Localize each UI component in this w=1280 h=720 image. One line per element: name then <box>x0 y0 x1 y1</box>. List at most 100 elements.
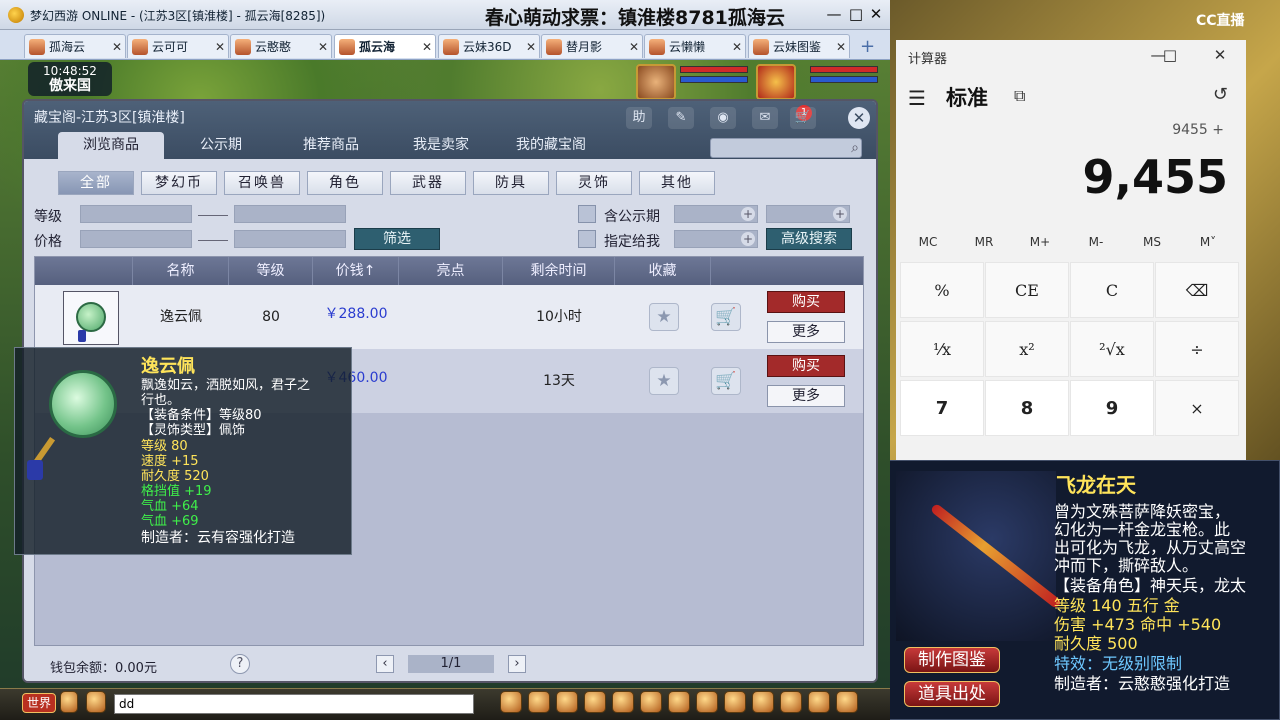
key-percent[interactable]: % <box>900 262 984 318</box>
item-icon[interactable] <box>808 691 830 713</box>
pet-portrait[interactable] <box>636 64 676 100</box>
mem-mplus-button[interactable]: M+ <box>1012 235 1068 249</box>
key-sqrt[interactable]: ²√x <box>1070 321 1154 377</box>
category-other[interactable]: 其他 <box>639 171 715 195</box>
dialog-close-button[interactable]: ✕ <box>848 107 870 129</box>
tab-public[interactable]: 公示期 <box>168 132 274 159</box>
tab-account[interactable]: 云懒懒 ✕ <box>644 34 746 58</box>
category-all[interactable]: 全部 <box>58 171 134 195</box>
chat-input[interactable]: dd <box>114 694 474 714</box>
item-thumbnail[interactable] <box>63 291 119 345</box>
category-accessory[interactable]: 灵饰 <box>556 171 632 195</box>
tab-browse[interactable]: 浏览商品 <box>58 132 164 159</box>
tab-recommended[interactable]: 推荐商品 <box>278 132 384 159</box>
level-max-field[interactable] <box>234 205 346 223</box>
add-tab-button[interactable]: + <box>860 36 875 57</box>
assigned-checkbox[interactable] <box>578 230 596 248</box>
column-header-level[interactable]: 等级 <box>229 257 313 285</box>
key-c[interactable]: C <box>1070 262 1154 318</box>
mem-mminus-button[interactable]: M- <box>1068 235 1124 249</box>
favorite-star-icon[interactable]: ★ <box>649 367 679 395</box>
player-portrait[interactable] <box>756 64 796 100</box>
item-icon[interactable] <box>836 691 858 713</box>
prev-page-button[interactable]: ‹ <box>376 655 394 673</box>
mic-icon[interactable] <box>60 691 78 713</box>
item-source-button[interactable]: 道具出处 <box>904 681 1000 707</box>
favorite-star-icon[interactable]: ★ <box>649 303 679 331</box>
category-weapon[interactable]: 武器 <box>390 171 466 195</box>
mem-mr-button[interactable]: MR <box>956 235 1012 249</box>
item-icon[interactable] <box>500 691 522 713</box>
include-public-checkbox[interactable] <box>578 205 596 223</box>
level-min-field[interactable] <box>80 205 192 223</box>
column-header-favorite[interactable]: 收藏 <box>615 257 711 285</box>
history-icon[interactable]: ↺ <box>1213 84 1228 105</box>
item-icon[interactable] <box>780 691 802 713</box>
record-icon[interactable]: ◉ <box>710 107 736 129</box>
column-header-name[interactable]: 名称 <box>133 257 229 285</box>
tab-account-active[interactable]: 孤云海 ✕ <box>334 34 436 58</box>
category-armor[interactable]: 防具 <box>473 171 549 195</box>
mem-mc-button[interactable]: MC <box>900 235 956 249</box>
tab-seller[interactable]: 我是卖家 <box>388 132 494 159</box>
column-header-highlight[interactable]: 亮点 <box>399 257 503 285</box>
tab-close-icon[interactable]: ✕ <box>523 40 539 54</box>
item-icon[interactable] <box>528 691 550 713</box>
more-button[interactable]: 更多 <box>767 321 845 343</box>
plus-icon[interactable]: + <box>741 232 755 246</box>
buy-button[interactable]: 购买 <box>767 355 845 377</box>
category-money[interactable]: 梦幻币 <box>141 171 217 195</box>
tab-close-icon[interactable]: ✕ <box>315 40 331 54</box>
server-select[interactable]: + <box>766 205 850 223</box>
key-reciprocal[interactable]: ¹⁄x <box>900 321 984 377</box>
message-icon[interactable]: ✉ <box>752 107 778 129</box>
tab-account[interactable]: 云可可 ✕ <box>127 34 229 58</box>
category-role[interactable]: 角色 <box>307 171 383 195</box>
next-page-button[interactable]: › <box>508 655 526 673</box>
column-header-price[interactable]: 价钱↑ <box>313 257 399 285</box>
buy-button[interactable]: 购买 <box>767 291 845 313</box>
tab-account[interactable]: 云妹36D ✕ <box>438 34 540 58</box>
search-icon[interactable]: ⌕ <box>851 139 859 157</box>
item-icon[interactable] <box>612 691 634 713</box>
key-multiply[interactable]: × <box>1155 380 1239 436</box>
keep-on-top-icon[interactable]: ⧉ <box>1014 86 1025 106</box>
make-atlas-button[interactable]: 制作图鉴 <box>904 647 1000 673</box>
server-select[interactable]: + <box>674 205 758 223</box>
item-icon[interactable] <box>752 691 774 713</box>
item-icon[interactable] <box>668 691 690 713</box>
key-backspace[interactable]: ⌫ <box>1155 262 1239 318</box>
filter-button[interactable]: 筛选 <box>354 228 440 250</box>
add-to-cart-icon[interactable]: 🛒 <box>711 367 741 395</box>
tab-close-icon[interactable]: ✕ <box>212 40 228 54</box>
close-button[interactable]: ✕ <box>866 4 886 24</box>
price-min-field[interactable] <box>80 230 192 248</box>
hamburger-menu-icon[interactable]: ☰ <box>908 86 926 110</box>
item-icon[interactable] <box>556 691 578 713</box>
mem-list-button[interactable]: M˅ <box>1180 235 1236 249</box>
tab-close-icon[interactable]: ✕ <box>626 40 642 54</box>
add-to-cart-icon[interactable]: 🛒 <box>711 303 741 331</box>
tab-close-icon[interactable]: ✕ <box>109 40 125 54</box>
key-divide[interactable]: ÷ <box>1155 321 1239 377</box>
share-icon[interactable]: ✎ <box>668 107 694 129</box>
column-header-time[interactable]: 剩余时间 <box>503 257 615 285</box>
advanced-search-button[interactable]: 高级搜索 <box>766 228 852 250</box>
tab-account[interactable]: 替月影 ✕ <box>541 34 643 58</box>
help-icon[interactable]: ? <box>230 654 250 674</box>
item-icon[interactable] <box>724 691 746 713</box>
key-7[interactable]: 7 <box>900 380 984 436</box>
plus-icon[interactable]: + <box>833 207 847 221</box>
world-channel-button[interactable]: 世界 <box>22 693 56 713</box>
item-icon[interactable] <box>640 691 662 713</box>
key-ce[interactable]: CE <box>985 262 1069 318</box>
price-max-field[interactable] <box>234 230 346 248</box>
mem-ms-button[interactable]: MS <box>1124 235 1180 249</box>
tab-my-pavilion[interactable]: 我的藏宝阁 <box>498 132 604 159</box>
tab-close-icon[interactable]: ✕ <box>419 40 435 54</box>
assign-select[interactable]: + <box>674 230 758 248</box>
key-square[interactable]: x² <box>985 321 1069 377</box>
tab-close-icon[interactable]: ✕ <box>833 40 849 54</box>
more-button[interactable]: 更多 <box>767 385 845 407</box>
emoji-icon[interactable] <box>86 691 106 713</box>
